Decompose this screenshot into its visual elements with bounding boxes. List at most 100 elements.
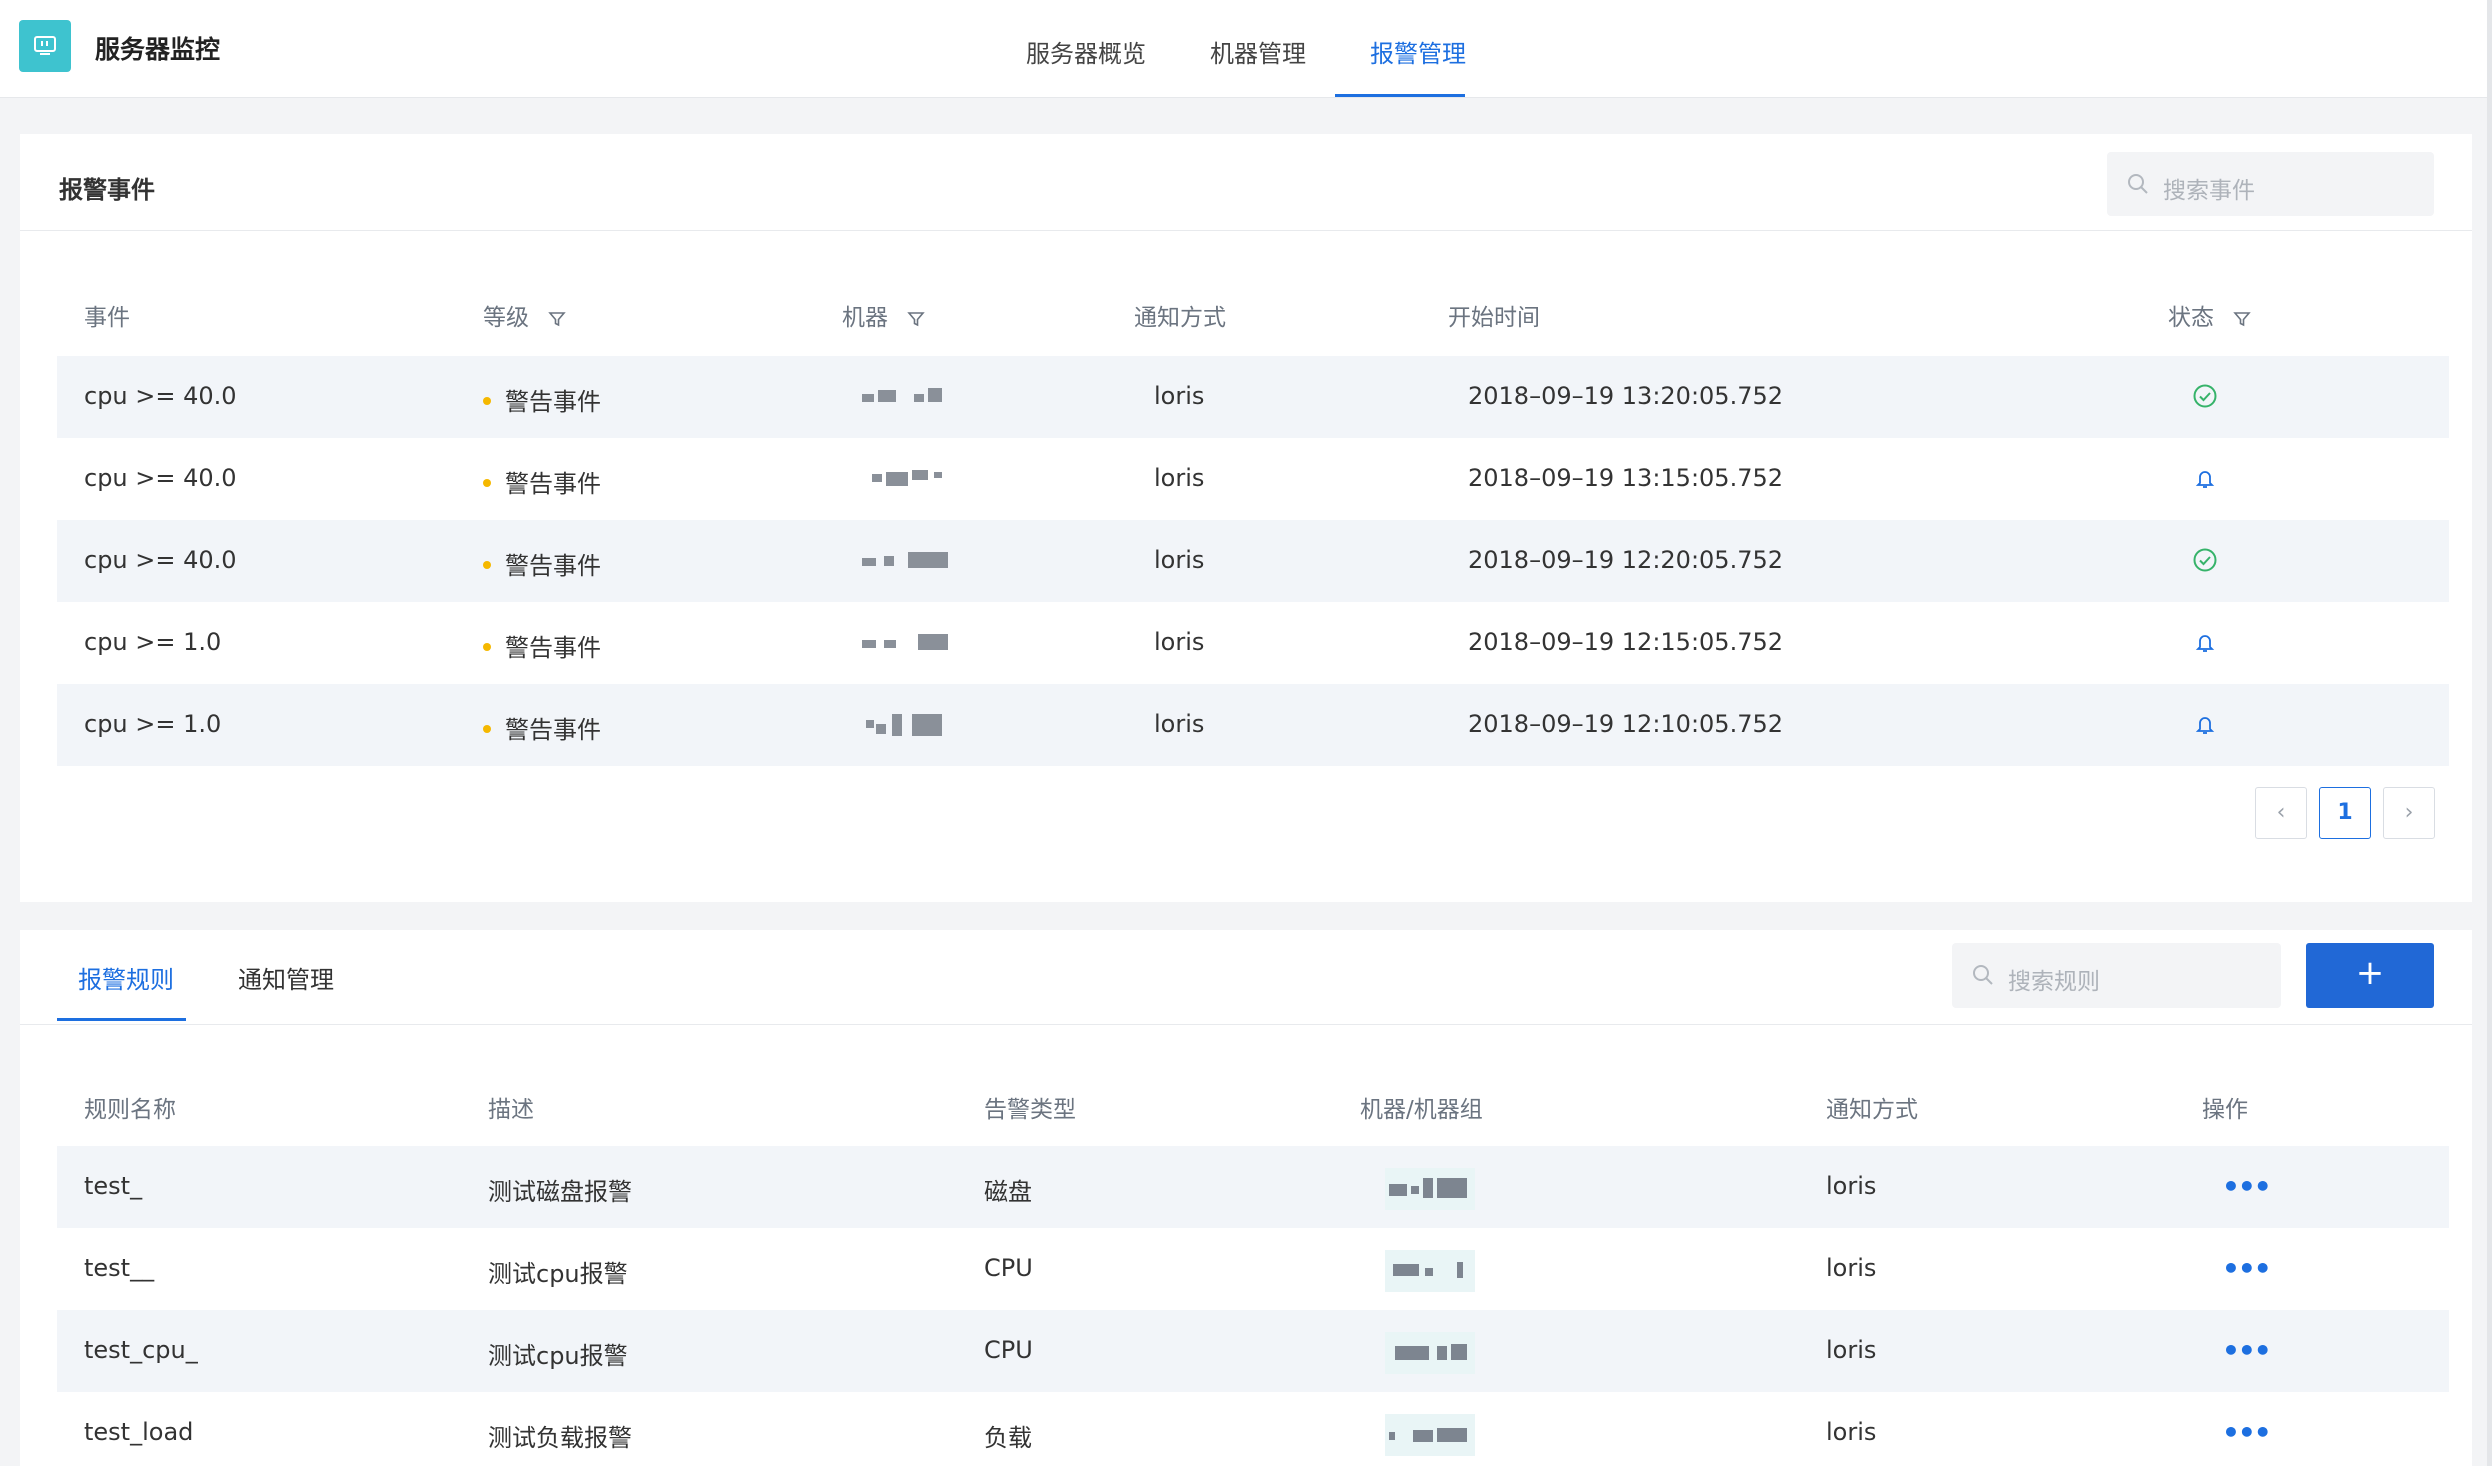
pagination-prev-button[interactable]: ‹ bbox=[2255, 787, 2307, 839]
warning-dot bbox=[483, 643, 491, 651]
notify-method: loris bbox=[1154, 710, 1205, 738]
table-row[interactable]: test_ 测试磁盘报警 磁盘 loris ••• bbox=[57, 1146, 2449, 1228]
machine-name-redacted bbox=[872, 468, 962, 490]
rule-name: test_load bbox=[84, 1418, 194, 1446]
table-row[interactable]: cpu >= 40.0 警告事件 loris 2018–09–19 12:20:… bbox=[57, 520, 2449, 602]
rule-description: 测试磁盘报警 bbox=[488, 1178, 632, 1206]
more-icon[interactable]: ••• bbox=[2222, 1416, 2272, 1449]
events-search-placeholder: 搜索事件 bbox=[2163, 178, 2255, 204]
more-icon[interactable]: ••• bbox=[2222, 1334, 2272, 1367]
table-row[interactable]: cpu >= 40.0 警告事件 loris 2018–09–19 13:15:… bbox=[57, 438, 2449, 520]
pagination-next-button[interactable]: › bbox=[2383, 787, 2435, 839]
check-circle-icon bbox=[2193, 384, 2217, 408]
event-level: 警告事件 bbox=[483, 710, 601, 745]
table-row[interactable]: cpu >= 1.0 警告事件 loris 2018–09–19 12:15:0… bbox=[57, 602, 2449, 684]
table-row[interactable]: test_cpu_ 测试cpu报警 CPU loris ••• bbox=[57, 1310, 2449, 1392]
rule-notify: loris bbox=[1826, 1418, 1877, 1446]
more-icon[interactable]: ••• bbox=[2222, 1252, 2272, 1285]
col-actions: 操作 bbox=[2202, 1097, 2248, 1123]
rule-name: test_cpu_ bbox=[84, 1336, 198, 1364]
app-title: 服务器监控 bbox=[95, 35, 221, 64]
table-row[interactable]: test_load 测试负载报警 负载 loris ••• bbox=[57, 1392, 2449, 1466]
col-machine-group: 机器/机器组 bbox=[1360, 1097, 1483, 1123]
tab-alert-rules[interactable]: 报警规则 bbox=[78, 960, 174, 995]
bell-icon bbox=[2195, 635, 2215, 652]
table-row[interactable]: cpu >= 40.0 警告事件 loris 2018–09–19 13:20:… bbox=[57, 356, 2449, 438]
event-name: cpu >= 1.0 bbox=[84, 710, 222, 738]
monitor-icon bbox=[34, 36, 56, 55]
nav-tab-machines[interactable]: 机器管理 bbox=[1210, 34, 1306, 69]
machine-tag-redacted bbox=[1385, 1332, 1475, 1374]
search-icon bbox=[1973, 965, 1993, 985]
col-status[interactable]: 状态 bbox=[2168, 298, 2252, 332]
tab-active-indicator bbox=[57, 1018, 186, 1021]
rule-description: 测试cpu报警 bbox=[488, 1342, 628, 1370]
warning-dot bbox=[483, 725, 491, 733]
col-alert-type: 告警类型 bbox=[984, 1097, 1076, 1123]
event-level: 警告事件 bbox=[483, 628, 601, 663]
start-time: 2018–09–19 13:15:05.752 bbox=[1468, 464, 1784, 492]
pagination-page-button[interactable]: 1 bbox=[2319, 787, 2371, 839]
table-row[interactable]: test__ 测试cpu报警 CPU loris ••• bbox=[57, 1228, 2449, 1310]
machine-tag-redacted bbox=[1385, 1414, 1475, 1456]
col-notify: 通知方式 bbox=[1134, 305, 1226, 331]
notify-method: loris bbox=[1154, 628, 1205, 656]
notify-method: loris bbox=[1154, 464, 1205, 492]
col-level[interactable]: 等级 bbox=[483, 298, 567, 332]
top-header: 服务器监控 服务器概览 机器管理 报警管理 bbox=[0, 0, 2492, 98]
notify-method: loris bbox=[1154, 546, 1205, 574]
start-time: 2018–09–19 12:10:05.752 bbox=[1468, 710, 1784, 738]
machine-tag-redacted bbox=[1385, 1168, 1475, 1210]
col-description: 描述 bbox=[488, 1097, 534, 1123]
filter-icon[interactable] bbox=[907, 310, 926, 328]
rule-name: test__ bbox=[84, 1254, 155, 1282]
col-start-time: 开始时间 bbox=[1448, 305, 1540, 331]
filter-icon[interactable] bbox=[548, 310, 567, 328]
rule-type: CPU bbox=[984, 1336, 1033, 1364]
machine-tag-redacted bbox=[1385, 1250, 1475, 1292]
col-rule-name: 规则名称 bbox=[84, 1097, 176, 1123]
event-level: 警告事件 bbox=[483, 546, 601, 581]
start-time: 2018–09–19 12:20:05.752 bbox=[1468, 546, 1784, 574]
warning-dot bbox=[483, 561, 491, 569]
alert-rules-card: 报警规则 通知管理 搜索规则 + 规则名称 描述 告警类型 机器/机器组 通知方… bbox=[20, 930, 2472, 1466]
event-level: 警告事件 bbox=[483, 464, 601, 499]
start-time: 2018–09–19 13:20:05.752 bbox=[1468, 382, 1784, 410]
notify-method: loris bbox=[1154, 382, 1205, 410]
rule-notify: loris bbox=[1826, 1336, 1877, 1364]
machine-name-redacted bbox=[862, 632, 952, 654]
machine-name-redacted bbox=[862, 550, 952, 572]
app-logo[interactable] bbox=[19, 20, 71, 72]
bell-icon bbox=[2195, 471, 2215, 488]
window-edge bbox=[2487, 0, 2492, 1466]
rule-notify: loris bbox=[1826, 1254, 1877, 1282]
event-name: cpu >= 40.0 bbox=[84, 546, 237, 574]
bell-icon bbox=[2195, 717, 2215, 734]
nav-tab-alerts[interactable]: 报警管理 bbox=[1370, 34, 1466, 69]
rules-search-input[interactable]: 搜索规则 bbox=[1952, 943, 2281, 1008]
col-rule-notify: 通知方式 bbox=[1826, 1097, 1918, 1123]
check-circle-icon bbox=[2193, 548, 2217, 572]
rule-type: 负载 bbox=[984, 1424, 1032, 1452]
warning-dot bbox=[483, 479, 491, 487]
col-machine[interactable]: 机器 bbox=[842, 298, 926, 332]
filter-icon[interactable] bbox=[2233, 310, 2252, 328]
event-level: 警告事件 bbox=[483, 382, 601, 417]
rule-type: 磁盘 bbox=[984, 1178, 1032, 1206]
machine-name-redacted bbox=[862, 386, 952, 408]
event-name: cpu >= 40.0 bbox=[84, 464, 237, 492]
tab-notify-management[interactable]: 通知管理 bbox=[238, 960, 334, 995]
search-icon bbox=[2128, 174, 2148, 194]
rules-search-placeholder: 搜索规则 bbox=[2008, 969, 2100, 995]
rule-notify: loris bbox=[1826, 1172, 1877, 1200]
col-event: 事件 bbox=[84, 305, 130, 331]
table-row[interactable]: cpu >= 1.0 警告事件 loris 2018–09–19 12:10:0… bbox=[57, 684, 2449, 766]
nav-tab-overview[interactable]: 服务器概览 bbox=[1026, 34, 1146, 69]
add-rule-button[interactable]: + bbox=[2306, 943, 2434, 1008]
rule-description: 测试负载报警 bbox=[488, 1424, 632, 1452]
alert-events-card: 报警事件 搜索事件 事件 等级 机器 通知方式 开始时间 状态 cpu >= 4… bbox=[20, 134, 2472, 902]
event-name: cpu >= 1.0 bbox=[84, 628, 222, 656]
events-search-input[interactable]: 搜索事件 bbox=[2107, 152, 2434, 216]
more-icon[interactable]: ••• bbox=[2222, 1170, 2272, 1203]
rule-name: test_ bbox=[84, 1172, 143, 1200]
